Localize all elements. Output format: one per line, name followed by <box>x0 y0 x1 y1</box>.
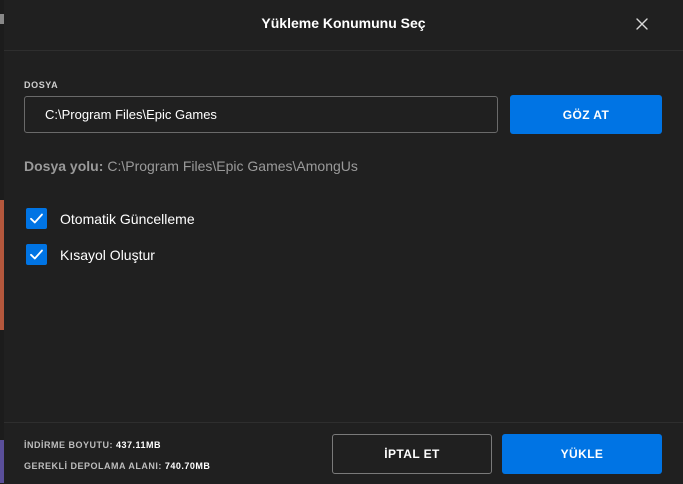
file-path-info: Dosya yolu: C:\Program Files\Epic Games\A… <box>24 158 358 174</box>
install-path-input[interactable] <box>24 96 498 133</box>
required-storage-label: GEREKLİ DEPOLAMA ALANI: <box>24 461 162 471</box>
download-size-value: 437.11MB <box>116 440 162 450</box>
folder-section-label: DOSYA <box>24 80 59 90</box>
auto-update-checkbox[interactable] <box>26 208 47 229</box>
cancel-button[interactable]: İPTAL ET <box>332 434 492 474</box>
required-storage-value: 740.70MB <box>164 461 211 471</box>
close-icon <box>636 18 648 30</box>
close-button[interactable] <box>632 14 652 34</box>
file-path-label: Dosya yolu: <box>24 158 104 174</box>
create-shortcut-label: Kısayol Oluştur <box>60 247 155 263</box>
file-path-value: C:\Program Files\Epic Games\AmongUs <box>107 158 358 174</box>
install-button[interactable]: YÜKLE <box>502 434 662 474</box>
auto-update-label: Otomatik Güncelleme <box>60 211 195 227</box>
create-shortcut-checkbox[interactable] <box>26 244 47 265</box>
install-location-dialog: Yükleme Konumunu Seç DOSYA GÖZ AT Dosya … <box>4 0 683 483</box>
checkmark-icon <box>30 249 43 260</box>
browse-button[interactable]: GÖZ AT <box>510 95 662 134</box>
dialog-header: Yükleme Konumunu Seç <box>4 0 683 51</box>
download-size-label: İNDİRME BOYUTU: <box>24 440 113 450</box>
checkmark-icon <box>30 213 43 224</box>
dialog-title: Yükleme Konumunu Seç <box>261 15 426 31</box>
download-size-info: İNDİRME BOYUTU: 437.11MB <box>24 440 161 450</box>
required-storage-info: GEREKLİ DEPOLAMA ALANI: 740.70MB <box>24 461 210 471</box>
